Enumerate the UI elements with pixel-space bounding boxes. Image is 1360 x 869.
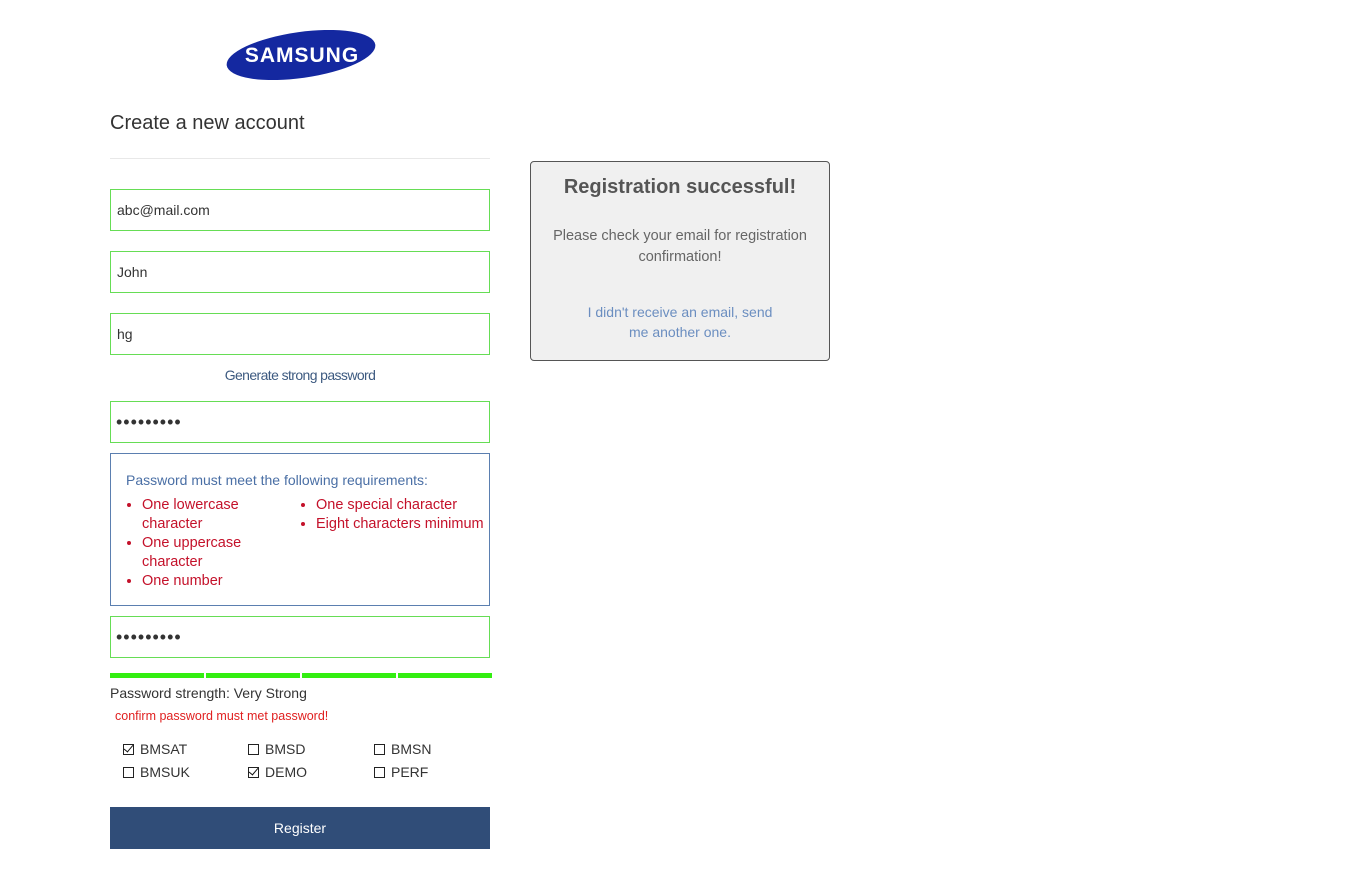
strength-segment [206,673,300,678]
checkbox-label: BMSAT [140,741,188,757]
checkbox-icon[interactable] [123,766,134,778]
checkbox-bmsat[interactable]: BMSAT [123,741,187,757]
checkbox-bmsn[interactable]: BMSN [374,741,431,757]
generate-password-link[interactable]: Generate strong password [110,367,490,383]
strength-segment [398,673,492,678]
checkbox-icon[interactable] [123,743,134,755]
first-name-field[interactable] [110,251,490,293]
logo-text: SAMSUNG [245,44,359,67]
password-strength-label: Password strength: Very Strong [110,685,307,701]
requirements-list-right: One special character Eight characters m… [300,496,491,534]
confirm-password-field[interactable] [110,616,490,658]
strength-segment [302,673,396,678]
checkbox-bmsuk[interactable]: BMSUK [123,764,190,780]
requirements-list-left: One lowercase character One uppercase ch… [126,496,282,591]
last-name-field[interactable] [110,313,490,355]
checkbox-icon[interactable] [248,766,259,778]
requirement-item: One number [142,572,282,591]
success-title: Registration successful! [563,176,797,198]
email-field[interactable] [110,189,490,231]
confirm-password-error: confirm password must met password! [115,709,329,723]
password-requirements-box: Password must meet the following require… [110,453,490,606]
password-strength-meter [110,673,493,678]
page-title: Create a new account [110,112,305,134]
register-button[interactable]: Register [110,807,490,849]
checkbox-demo[interactable]: DEMO [248,764,307,780]
requirement-item: One uppercase character [142,534,282,572]
success-message: Please check your email for registration… [553,228,807,265]
requirement-item: One lowercase character [142,496,282,534]
requirement-item: One special character [316,496,491,515]
checkbox-icon[interactable] [248,743,259,755]
checkbox-label: DEMO [265,764,307,780]
samsung-logo: SAMSUNG [226,29,376,81]
checkbox-label: BMSN [391,741,432,757]
samsung-logo-graphic: SAMSUNG [226,29,376,81]
password-field[interactable] [110,401,490,443]
checkbox-label: BMSD [265,741,306,757]
checkbox-icon[interactable] [374,743,385,755]
requirement-item: Eight characters minimum [316,515,491,534]
checkbox-perf[interactable]: PERF [374,764,428,780]
strength-segment [110,673,204,678]
checkbox-label: PERF [391,764,429,780]
resend-email-link[interactable]: I didn't receive an email, send me anoth… [576,302,784,342]
checkbox-icon[interactable] [374,766,385,778]
title-divider [110,158,490,159]
checkbox-bmsd[interactable]: BMSD [248,741,305,757]
registration-success-panel: Registration successful! Please check yo… [530,161,830,361]
requirements-heading: Password must meet the following require… [126,472,428,488]
checkbox-label: BMSUK [140,764,190,780]
